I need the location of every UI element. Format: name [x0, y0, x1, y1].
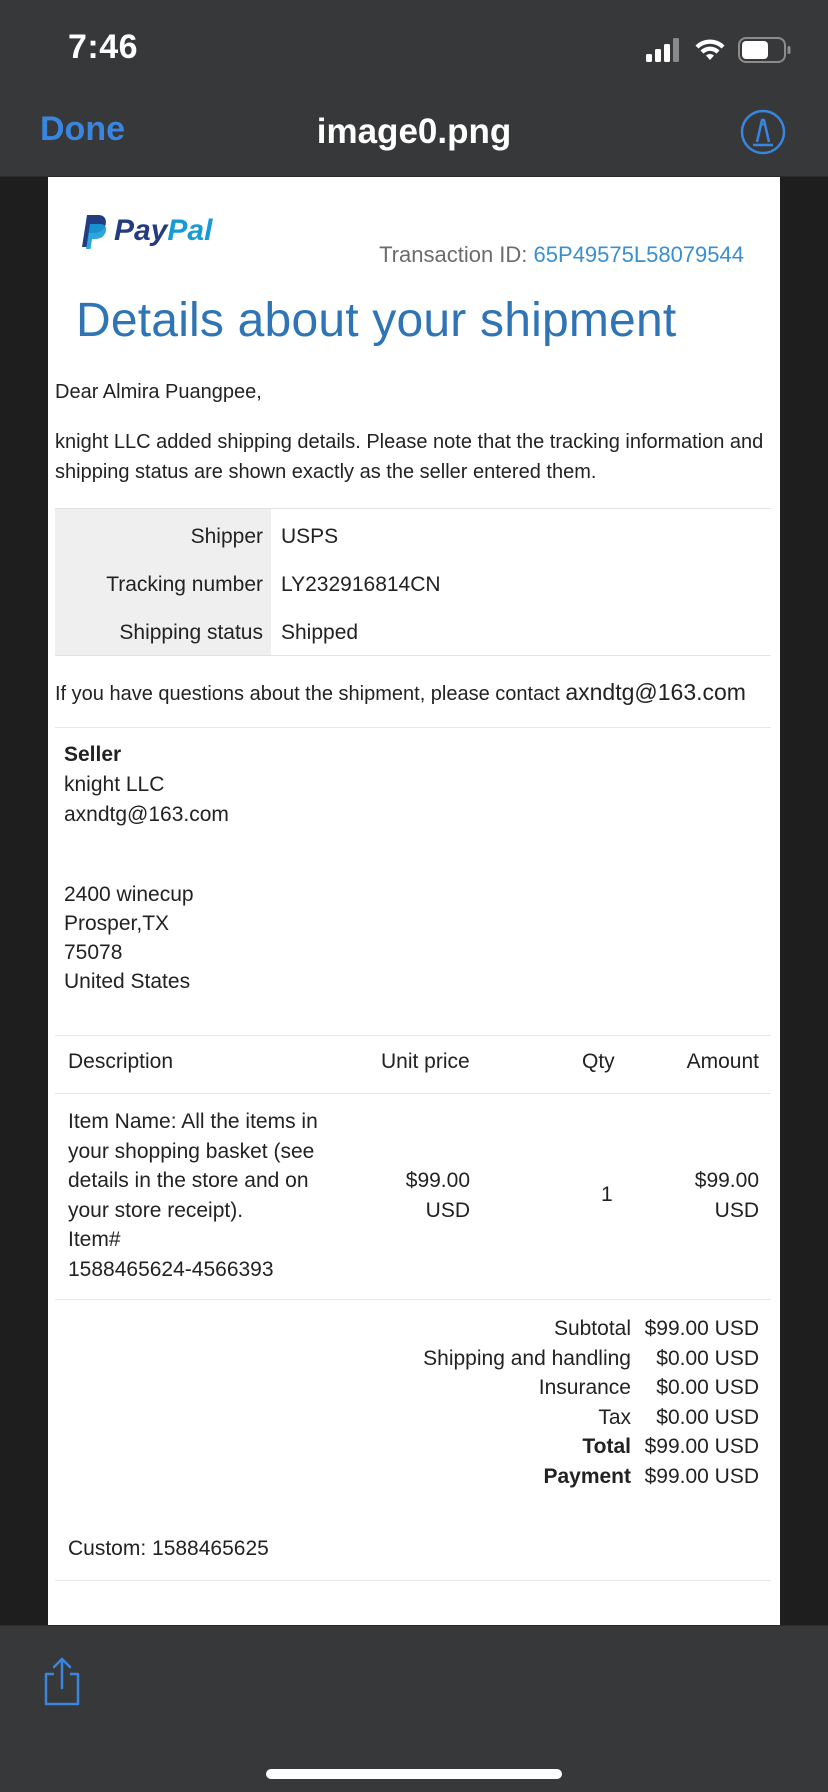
seller-email: axndtg@163.com [64, 803, 229, 826]
intro-paragraph: knight LLC added shipping details. Pleas… [55, 431, 764, 483]
shipping-label: Shipper [190, 525, 263, 548]
divider [55, 1580, 771, 1581]
transaction-id-link[interactable]: 65P49575L58079544 [534, 242, 744, 267]
totals-row: Payment $99.00 USD [423, 1462, 759, 1492]
totals-row: Total $99.00 USD [423, 1432, 759, 1462]
cellular-signal-icon [646, 38, 679, 62]
status-icons [646, 36, 792, 64]
contact-line: If you have questions about the shipment… [55, 679, 746, 706]
column-header-unit-price: Unit price [381, 1050, 470, 1073]
totals-value: $99.00 USD [644, 1317, 759, 1340]
document-title: image0.png [316, 112, 512, 151]
totals-label: Subtotal [553, 1317, 631, 1340]
totals-row: Tax $0.00 USD [423, 1403, 759, 1433]
shipping-row-shipper: Shipper USPS [55, 513, 771, 561]
contact-email-link[interactable]: axndtg@163.com [565, 679, 746, 705]
seller-info: Seller knight LLC axndtg@163.com [64, 740, 229, 830]
divider [55, 727, 771, 728]
totals-value: $0.00 USD [656, 1376, 759, 1399]
totals-row: Shipping and handling $0.00 USD [423, 1344, 759, 1374]
divider [55, 1093, 771, 1094]
status-bar: 7:46 [0, 0, 828, 92]
navigation-bar: Done image0.png [0, 92, 828, 177]
address-line: 2400 winecup [64, 883, 194, 906]
battery-icon [738, 37, 791, 63]
totals-row: Insurance $0.00 USD [423, 1373, 759, 1403]
totals-value: $0.00 USD [656, 1346, 759, 1370]
address-line: 75078 [64, 941, 123, 964]
item-amount: $99.00 USD [695, 1166, 759, 1225]
address-line: Prosper,TX [64, 912, 170, 935]
greeting: Dear Almira Puangpee, [55, 381, 262, 403]
amount-currency: USD [714, 1198, 759, 1222]
markup-pen-icon[interactable] [740, 109, 786, 155]
totals-label: Total [582, 1435, 631, 1458]
home-indicator [266, 1769, 562, 1779]
amount-value: $99.00 [694, 1169, 759, 1192]
seller-address: 2400 winecup Prosper,TX 75078 United Sta… [64, 880, 194, 996]
unit-price-value: $99.00 [405, 1169, 470, 1192]
column-header-qty: Qty [582, 1050, 615, 1073]
item-description: Item Name: All the items in your shoppin… [68, 1107, 338, 1284]
divider [55, 1035, 771, 1036]
transaction-info: Transaction ID: 65P49575L58079544 [379, 242, 744, 268]
column-header-description: Description [68, 1050, 174, 1073]
paypal-wordmark: PayPal [114, 214, 213, 247]
totals-label: Tax [598, 1405, 631, 1429]
tracking-number-value: LY232916814CN [281, 573, 441, 596]
totals-label: Payment [543, 1464, 631, 1488]
bottom-toolbar [0, 1625, 828, 1792]
totals-label: Insurance [538, 1376, 631, 1399]
status-time: 7:46 [68, 28, 139, 66]
item-unit-price: $99.00 USD [406, 1166, 470, 1225]
wifi-icon [695, 39, 725, 60]
totals-label: Shipping and handling [423, 1346, 631, 1370]
totals-value: $99.00 USD [644, 1464, 759, 1488]
column-header-amount: Amount [686, 1050, 759, 1073]
shipping-row-status: Shipping status Shipped [55, 609, 771, 657]
unit-price-currency: USD [425, 1198, 470, 1222]
paypal-logo: PayPal [76, 213, 212, 249]
seller-title: Seller [64, 743, 122, 766]
shipping-row-tracking-number: Tracking number LY232916814CN [55, 561, 771, 609]
shipping-label: Tracking number [106, 573, 263, 596]
item-name: Item Name: All the items in your shoppin… [68, 1110, 318, 1222]
contact-text: If you have questions about the shipment… [55, 683, 560, 705]
shipping-label: Shipping status [119, 621, 263, 644]
divider [55, 1299, 771, 1300]
share-icon[interactable] [40, 1656, 84, 1708]
totals-summary: Subtotal $99.00 USD Shipping and handling $… [423, 1314, 759, 1491]
item-number: 1588465624-4566393 [68, 1257, 274, 1281]
item-number-label: Item# [68, 1228, 121, 1251]
custom-field: Custom: 1588465625 [68, 1537, 269, 1560]
item-qty: 1 [601, 1183, 613, 1206]
shipment-heading: Details about your shipment [76, 294, 677, 347]
seller-name: knight LLC [64, 773, 165, 796]
shipping-details-table: Shipper USPS Tracking number LY232916814… [55, 508, 771, 656]
shipping-value: Shipped [281, 621, 359, 644]
screen: 7:46 Done image0.png PayPal Transaction … [0, 0, 828, 1792]
totals-value: $99.00 USD [644, 1435, 759, 1458]
paypal-p-icon [82, 215, 107, 249]
address-line: United States [64, 970, 191, 993]
shipping-value: USPS [281, 525, 339, 548]
totals-row: Subtotal $99.00 USD [423, 1314, 759, 1344]
totals-value: $0.00 USD [656, 1405, 759, 1429]
transaction-label: Transaction ID: [379, 242, 528, 267]
document-page[interactable]: PayPal Transaction ID: 65P49575L58079544… [48, 177, 780, 1625]
